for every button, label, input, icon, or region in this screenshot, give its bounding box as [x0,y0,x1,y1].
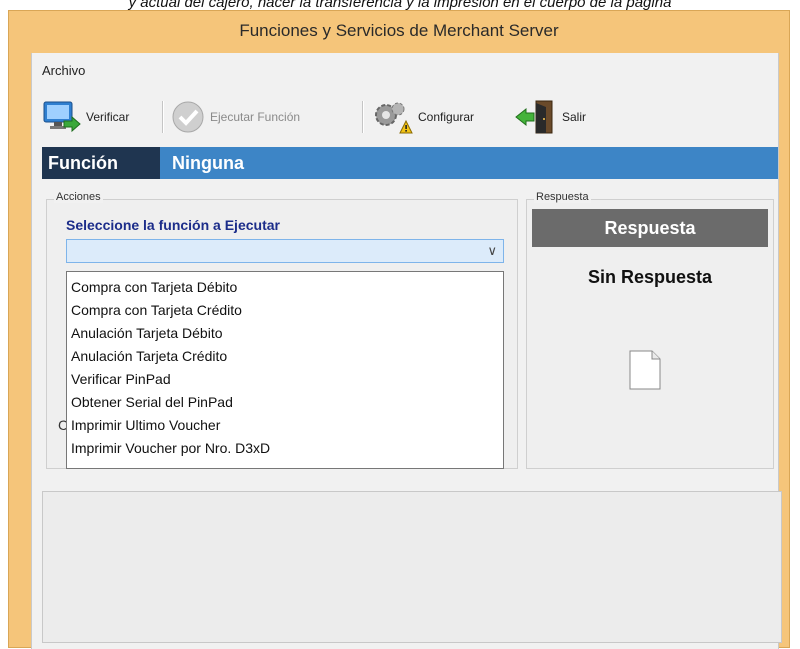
chevron-down-icon[interactable]: ∨ [487,243,497,259]
execute-function-label: Ejecutar Función [210,110,301,124]
dropdown-option[interactable]: Obtener Serial del PinPad [67,391,503,414]
document-icon [629,350,661,390]
response-text: Sin Respuesta [587,267,713,287]
toolbar-separator [162,101,164,133]
function-select-label: Seleccione la función a Ejecutar [66,217,280,233]
checkmark-circle-icon [172,101,204,133]
response-group-label: Respuesta [534,191,591,203]
dropdown-option[interactable]: Imprimir Voucher por Nro. D3xD [67,437,503,460]
exit-label: Salir [562,110,587,124]
output-panel [42,491,782,643]
toolbar: Verificar Ejecutar Función Configurar Sa… [36,93,776,141]
dropdown-option[interactable]: Compra con Tarjeta Crédito [67,299,503,322]
function-dropdown-list: Compra con Tarjeta Débito Compra con Tar… [66,271,504,469]
verify-button[interactable]: Verificar [42,99,129,135]
toolbar-separator [362,101,364,133]
function-status-bar: Función Ninguna [42,147,778,179]
execute-function-button[interactable]: Ejecutar Función [170,99,300,135]
dropdown-option[interactable]: Anulación Tarjeta Débito [67,322,503,345]
function-label: Función [42,147,160,179]
dropdown-option[interactable]: Verificar PinPad [67,368,503,391]
menu-archivo[interactable]: Archivo [42,63,85,78]
gears-warning-icon [375,102,413,134]
window-client-area: Archivo Verificar Ejecutar Función Confi… [31,53,782,649]
dropdown-option[interactable]: Compra con Tarjeta Débito [67,276,503,299]
dropdown-option[interactable]: Imprimir Ultimo Voucher [67,414,503,437]
app-window: Funciones y Servicios de Merchant Server… [8,10,790,649]
dropdown-option[interactable]: Anulación Tarjeta Crédito [67,345,503,368]
monitor-check-icon [43,101,81,133]
configure-button[interactable]: Configurar [370,99,474,135]
actions-group-label: Acciones [54,191,103,203]
function-select[interactable]: ∨ [66,239,504,263]
menubar: Archivo [42,63,85,78]
window-title: Funciones y Servicios de Merchant Server [239,21,559,40]
verify-label: Verificar [86,110,130,124]
exit-button[interactable]: Salir [514,99,586,135]
response-header: Respuesta [532,209,768,247]
function-value: Ninguna [172,153,244,173]
configure-label: Configurar [418,110,475,124]
door-exit-icon [515,100,553,134]
